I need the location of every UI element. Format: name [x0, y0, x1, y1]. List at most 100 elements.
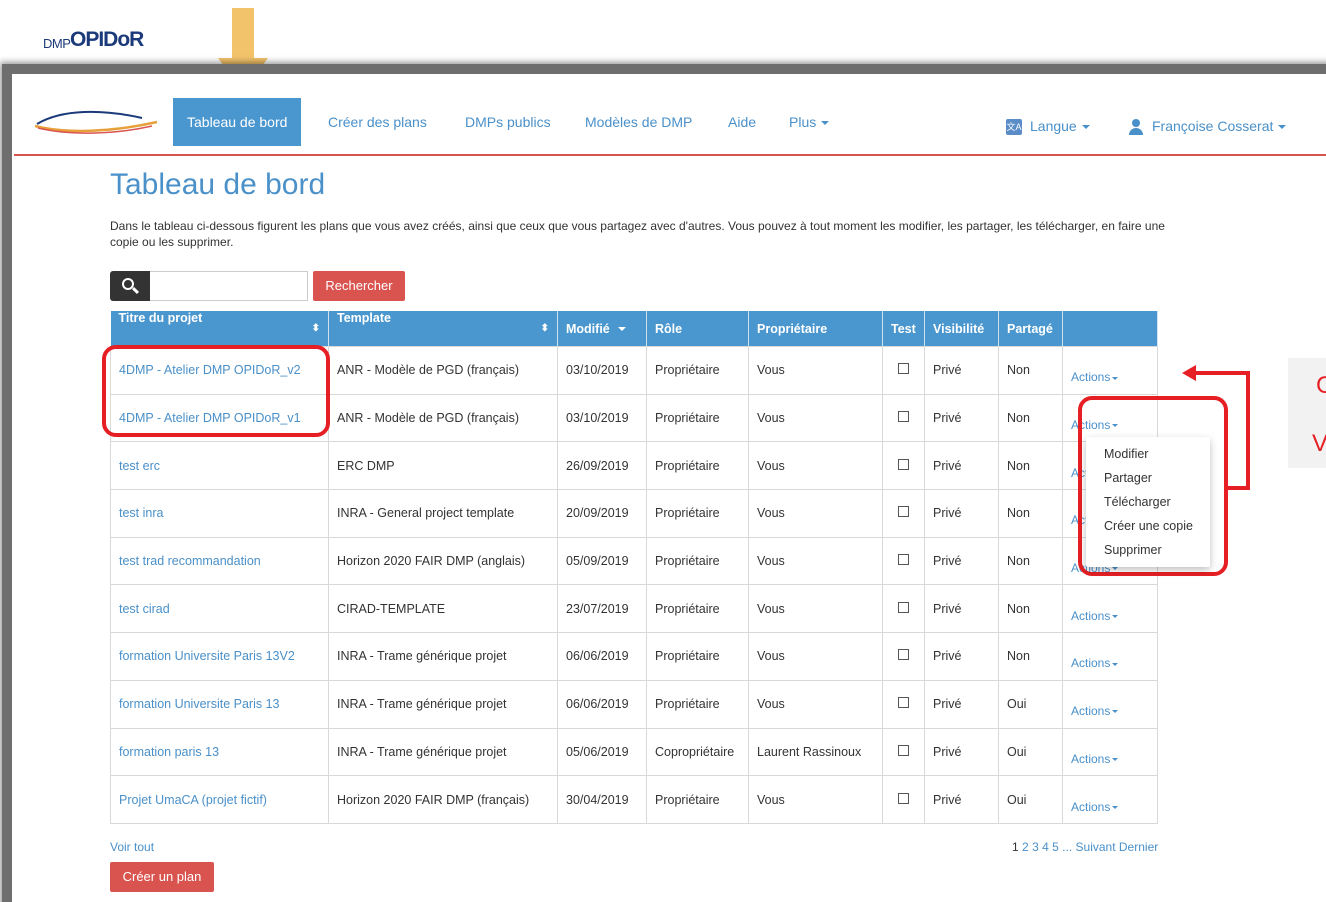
test-checkbox[interactable] [898, 411, 909, 423]
col-partage[interactable]: Partagé [998, 311, 1063, 347]
nav-plus-label: Plus [789, 114, 817, 130]
test-cell [882, 536, 925, 586]
menu-item-telecharger[interactable]: Télécharger [1104, 495, 1171, 509]
test-checkbox[interactable] [898, 554, 909, 566]
logo-opidor-text[interactable]: OPIDoR [70, 28, 144, 52]
table-row: test trad recommandation Horizon 2020 FAI… [110, 536, 1158, 586]
template-cell: Horizon 2020 FAIR DMP (anglais) [328, 536, 558, 586]
nav-dmps-publics[interactable]: DMPs publics [451, 98, 565, 146]
owner-cell: Vous [748, 679, 883, 729]
test-checkbox[interactable] [898, 697, 909, 709]
menu-item-modifier[interactable]: Modifier [1104, 447, 1148, 461]
nav-creer-des-plans[interactable]: Créer des plans [314, 98, 441, 146]
chevron-down-icon [1112, 710, 1119, 714]
voir-tout-link[interactable]: Voir tout [110, 840, 154, 854]
logo-dmp-text[interactable]: DMP [43, 36, 71, 51]
project-title-link[interactable]: test inra [119, 506, 163, 520]
modified-cell: 05/06/2019 [557, 727, 647, 777]
test-checkbox[interactable] [898, 744, 909, 756]
template-cell: INRA - General project template [328, 489, 558, 538]
nav-tableau-de-bord[interactable]: Tableau de bord [173, 98, 302, 146]
actions-label: Actions [1071, 370, 1111, 385]
menu-item-creer-copie[interactable]: Créer une copie [1104, 519, 1193, 533]
nav-plus[interactable]: Plus [775, 98, 843, 146]
project-title-link[interactable]: test cirad [119, 602, 170, 616]
actions-button[interactable]: Actions [1071, 752, 1119, 766]
owner-cell: Vous [748, 489, 883, 538]
actions-button[interactable]: Actions [1071, 704, 1119, 718]
page-4-link[interactable]: 4 [1042, 840, 1049, 854]
page-5-link[interactable]: 5 [1052, 840, 1059, 854]
owner-cell: Vous [748, 346, 883, 395]
col-template[interactable]: Template ⬍ [328, 311, 558, 347]
actions-cell: Actions [1062, 632, 1158, 681]
nav-modeles-de-dmp[interactable]: Modèles de DMP [571, 98, 706, 146]
actions-cell: Actions [1062, 679, 1158, 729]
project-title-link[interactable]: Projet UmaCA (projet fictif) [119, 793, 267, 807]
visibility-cell: Privé [924, 441, 999, 491]
actions-cell: Actions [1062, 346, 1158, 395]
actions-button[interactable]: Actions [1071, 656, 1119, 671]
sort-desc-icon [617, 327, 626, 332]
modified-cell: 03/10/2019 [557, 346, 647, 395]
project-title-link: test cirad [110, 584, 329, 634]
project-title-link: formation Universite Paris 13 [110, 679, 329, 729]
nav-user[interactable]: Françoise Cosserat [1114, 102, 1300, 150]
menu-item-supprimer[interactable]: Supprimer [1104, 543, 1162, 557]
test-checkbox[interactable] [898, 458, 909, 470]
role-cell: Propriétaire [646, 489, 749, 538]
project-title-link[interactable]: test erc [119, 459, 160, 473]
search-button[interactable]: Rechercher [313, 271, 405, 301]
actions-button[interactable]: Actions [1071, 609, 1119, 623]
nav-user-label: Françoise Cosserat [1152, 118, 1274, 134]
visibility-cell: Privé [924, 346, 999, 395]
test-cell [882, 679, 925, 729]
search-icon-box[interactable] [110, 271, 150, 301]
actions-button[interactable]: Actions [1071, 800, 1119, 814]
project-title-link[interactable]: formation Universite Paris 13 [119, 697, 279, 711]
actions-button[interactable]: Actions [1071, 370, 1119, 385]
page-3-link[interactable]: 3 [1032, 840, 1039, 854]
test-checkbox[interactable] [898, 792, 909, 804]
test-cell [882, 393, 925, 443]
test-checkbox[interactable] [898, 506, 909, 518]
col-proprietaire[interactable]: Propriétaire [748, 311, 883, 347]
search-input[interactable] [150, 271, 308, 301]
test-checkbox[interactable] [898, 601, 909, 613]
project-title-link[interactable]: formation Universite Paris 13V2 [119, 649, 295, 663]
create-plan-button[interactable]: Créer un plan [110, 862, 214, 892]
table-row: test inra INRA - General project template… [110, 489, 1158, 538]
page-ellipsis: ... [1062, 840, 1073, 854]
col-visibilite[interactable]: Visibilité [924, 311, 999, 347]
language-icon: 文A [1006, 119, 1022, 136]
owner-cell: Vous [748, 775, 883, 824]
template-cell: INRA - Trame générique projet [328, 632, 558, 681]
project-title-link[interactable]: test trad recommandation [119, 554, 261, 568]
actions-label: Actions [1071, 656, 1111, 671]
menu-item-partager[interactable]: Partager [1104, 471, 1152, 485]
actions-dropdown-menu: Modifier Partager Télécharger Créer une … [1086, 437, 1210, 567]
project-title-link: Projet UmaCA (projet fictif) [110, 775, 329, 824]
visibility-cell: Privé [924, 536, 999, 586]
test-cell [882, 584, 925, 634]
nav-aide[interactable]: Aide [714, 98, 770, 146]
page-last-link[interactable]: Dernier [1119, 840, 1158, 854]
shared-cell: Oui [998, 775, 1063, 824]
col-titre[interactable]: Titre du projet ⬍ [110, 311, 329, 347]
role-cell: Propriétaire [646, 632, 749, 681]
col-template-label: Template [337, 311, 391, 325]
col-test[interactable]: Test [882, 311, 925, 347]
page-next-link[interactable]: Suivant [1076, 840, 1116, 854]
col-role[interactable]: Rôle [646, 311, 749, 347]
test-checkbox[interactable] [898, 649, 909, 661]
page-1-link[interactable]: 1 [1012, 840, 1019, 854]
page-2-link[interactable]: 2 [1022, 840, 1029, 854]
test-checkbox[interactable] [898, 363, 909, 375]
visibility-cell: Privé [924, 489, 999, 538]
col-modifie[interactable]: Modifié [557, 311, 647, 347]
role-cell: Propriétaire [646, 393, 749, 443]
nav-langue[interactable]: 文A Langue [992, 102, 1104, 150]
nav-langue-label: Langue [1030, 118, 1077, 134]
project-title-link[interactable]: formation paris 13 [119, 745, 219, 759]
table-row: formation Universite Paris 13V2 INRA - Tr… [110, 632, 1158, 681]
